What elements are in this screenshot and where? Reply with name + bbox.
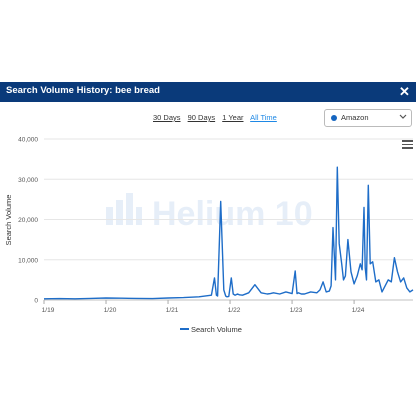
legend-label: Search Volume xyxy=(191,325,242,334)
y-tick-label: 20,000 xyxy=(18,217,38,224)
x-tick-label: 1/24 xyxy=(352,307,365,314)
search-volume-chart: Helium 10 0 10,000 20,000 30,000 40,000 1/19… xyxy=(4,137,414,334)
helium10-logo-icon xyxy=(106,193,142,225)
y-axis: 0 10,000 20,000 30,000 40,000 xyxy=(18,137,38,305)
x-tick-label: 1/20 xyxy=(104,307,117,314)
x-tick-label: 1/22 xyxy=(228,307,241,314)
legend[interactable]: Search Volume xyxy=(180,325,242,334)
y-tick-label: 40,000 xyxy=(18,137,38,144)
series-line xyxy=(43,166,414,300)
series-search-volume xyxy=(43,166,414,300)
watermark: Helium 10 xyxy=(106,193,313,233)
y-tick-label: 0 xyxy=(34,298,38,305)
y-tick-label: 10,000 xyxy=(18,257,38,264)
y-axis-label: Search Volume xyxy=(4,195,13,246)
x-tick-label: 1/21 xyxy=(166,307,179,314)
x-tick-label: 1/19 xyxy=(42,307,55,314)
x-tick-label: 1/23 xyxy=(290,307,303,314)
watermark-text: Helium 10 xyxy=(152,195,313,233)
x-axis: 1/19 1/20 1/21 1/22 1/23 1/24 xyxy=(42,300,365,314)
y-tick-label: 30,000 xyxy=(18,177,38,184)
